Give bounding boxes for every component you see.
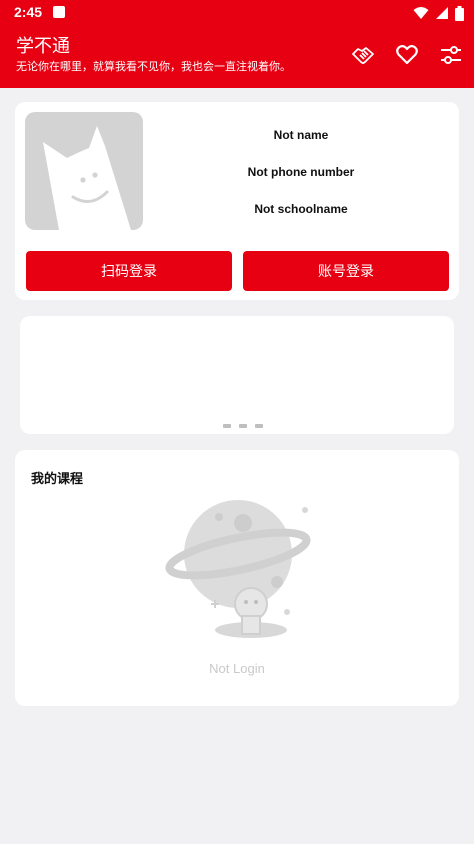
status-time: 2:45 bbox=[14, 4, 43, 20]
carousel-dot bbox=[255, 424, 263, 428]
carousel-dot bbox=[239, 424, 247, 428]
section-title: 我的课程 bbox=[31, 472, 84, 487]
status-bar: 2:45 bbox=[0, 0, 474, 26]
app-header: 2:45 学不通 无论你在哪里，就算我看不见你，我也会一直注视着你。 bbox=[0, 0, 474, 88]
heart-icon[interactable] bbox=[394, 42, 420, 68]
avatar bbox=[25, 112, 143, 230]
carousel-indicator bbox=[223, 424, 263, 428]
empty-state-illustration bbox=[165, 496, 315, 646]
title-block: 学不通 无论你在哪里，就算我看不见你，我也会一直注视着你。 bbox=[16, 36, 291, 75]
user-name: Not name bbox=[273, 128, 329, 142]
user-school: Not schoolname bbox=[254, 202, 348, 216]
carousel-dot bbox=[223, 424, 231, 428]
user-phone: Not phone number bbox=[247, 165, 355, 179]
status-indicators bbox=[413, 4, 464, 22]
handshake-icon[interactable] bbox=[350, 42, 376, 68]
settings-sliders-icon[interactable] bbox=[438, 42, 464, 68]
battery-icon bbox=[455, 5, 464, 21]
signal-icon bbox=[436, 7, 448, 19]
profile-card: Not name Not phone number Not schoolname… bbox=[15, 102, 459, 300]
header-actions bbox=[350, 42, 464, 68]
my-courses-card: 我的课程 Not Login bbox=[15, 450, 459, 706]
scan-login-button[interactable]: 扫码登录 bbox=[26, 251, 232, 291]
app-subtitle: 无论你在哪里，就算我看不见你，我也会一直注视着你。 bbox=[16, 60, 291, 73]
account-login-button[interactable]: 账号登录 bbox=[243, 251, 449, 291]
notification-icon bbox=[53, 6, 65, 18]
empty-state-text: Not Login bbox=[209, 661, 265, 676]
app-title: 学不通 bbox=[16, 36, 70, 57]
banner-carousel[interactable] bbox=[20, 316, 454, 434]
wifi-icon bbox=[413, 7, 429, 19]
